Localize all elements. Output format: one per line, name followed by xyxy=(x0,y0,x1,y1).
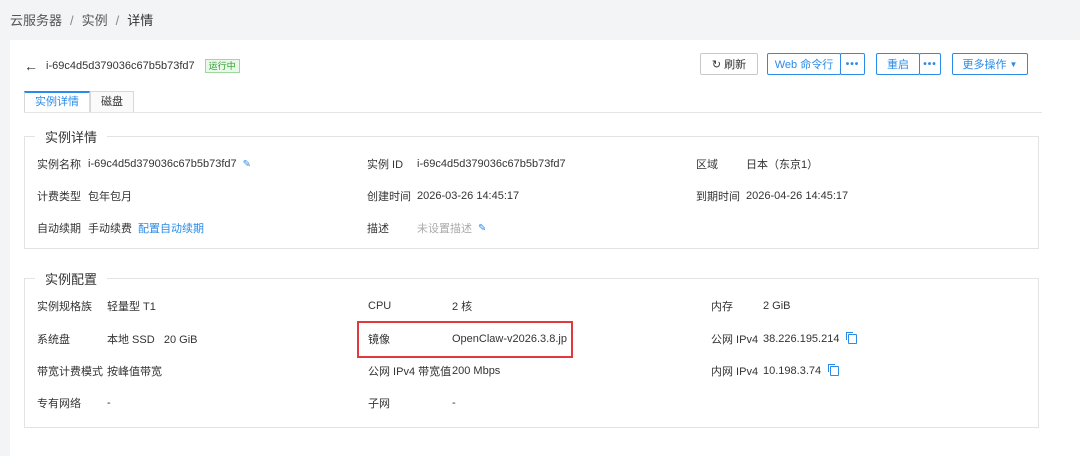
config-disk-label: 系统盘 xyxy=(37,334,70,346)
config-vpc-label: 专有网络 xyxy=(37,398,81,410)
detail-id-value: i-69c4d5d379036c67b5b73fd7 xyxy=(417,158,566,170)
breadcrumb-sep: / xyxy=(115,13,120,28)
tabs: 实例详情 磁盘 xyxy=(24,91,134,113)
detail-renew: 自动续期 手动续费 配置自动续期 xyxy=(37,220,204,236)
config-vpc: 专有网络 - xyxy=(37,395,111,411)
copy-icon[interactable] xyxy=(828,364,840,376)
section-title-config: 实例配置 xyxy=(45,272,98,287)
detail-created: 创建时间 2026-03-26 14:45:17 xyxy=(367,188,519,204)
config-cpu-label: CPU xyxy=(368,300,392,312)
image-highlight-box xyxy=(357,321,573,358)
config-ipv4-value: 38.226.195.214 xyxy=(763,333,840,345)
detail-id: 实例 ID i-69c4d5d379036c67b5b73fd7 xyxy=(367,156,566,172)
config-bw-mode: 带宽计费模式 按峰值带宽 xyxy=(37,363,162,379)
edit-icon[interactable]: ✎ xyxy=(478,223,486,234)
instance-id-title: i-69c4d5d379036c67b5b73fd7 xyxy=(46,60,195,72)
tab-divider xyxy=(24,112,1042,113)
config-subnet-value: - xyxy=(452,397,456,409)
refresh-icon: ↻ xyxy=(711,58,722,71)
refresh-label: 刷新 xyxy=(724,59,747,71)
breadcrumb-sep: / xyxy=(70,13,74,28)
detail-billing-value: 包年包月 xyxy=(88,191,132,203)
arrow-left-icon[interactable]: ← xyxy=(24,58,40,74)
config-family-label: 实例规格族 xyxy=(37,301,92,313)
detail-expire-label: 到期时间 xyxy=(696,191,740,203)
more-operations-button[interactable]: 更多操作 ▼ xyxy=(952,53,1028,75)
config-family-value: 轻量型 T1 xyxy=(107,301,156,313)
tab-disk[interactable]: 磁盘 xyxy=(90,91,134,113)
copy-icon[interactable] xyxy=(846,332,858,344)
detail-expire-value: 2026-04-26 14:45:17 xyxy=(746,190,849,202)
config-cpu: CPU 2 核 xyxy=(368,298,472,314)
restart-more-button[interactable]: ••• xyxy=(919,53,941,75)
detail-region-label: 区域 xyxy=(696,159,718,171)
config-bw-value: 200 Mbps xyxy=(452,365,501,377)
config-subnet-label: 子网 xyxy=(368,398,390,410)
chevron-down-icon: ▼ xyxy=(1009,59,1018,69)
config-lan-value: 10.198.3.74 xyxy=(763,365,822,377)
detail-billing-label: 计费类型 xyxy=(37,191,81,203)
config-bw-mode-label: 带宽计费模式 xyxy=(37,366,103,378)
detail-renew-value: 手动续费 xyxy=(88,223,132,235)
detail-name: 实例名称 i-69c4d5d379036c67b5b73fd7 ✎ xyxy=(37,156,251,172)
detail-expire: 到期时间 2026-04-26 14:45:17 xyxy=(696,188,848,204)
detail-desc-label: 描述 xyxy=(367,223,389,235)
instance-detail-card: ← i-69c4d5d379036c67b5b73fd7 运行中 ↻ 刷新 We… xyxy=(10,40,1080,456)
section-title-details: 实例详情 xyxy=(45,130,98,145)
configure-auto-renew-link[interactable]: 配置自动续期 xyxy=(138,220,204,236)
detail-desc: 描述 未设置描述 ✎ xyxy=(367,220,486,236)
status-badge: 运行中 xyxy=(204,59,240,73)
more-dots-icon: ••• xyxy=(923,58,937,70)
config-disk: 系统盘 本地 SSD 20 GiB xyxy=(37,331,197,347)
web-shell-button[interactable]: Web 命令行 xyxy=(767,53,841,75)
detail-name-value: i-69c4d5d379036c67b5b73fd7 xyxy=(88,158,237,170)
detail-created-label: 创建时间 xyxy=(367,191,411,203)
restart-label: 重启 xyxy=(887,59,909,71)
breadcrumb: 云服务器 / 实例 / 详情 xyxy=(10,10,153,29)
detail-desc-value: 未设置描述 xyxy=(417,223,472,235)
breadcrumb-item-instances[interactable]: 实例 xyxy=(82,10,108,29)
config-bw-label: 公网 IPv4 带宽值 xyxy=(368,366,452,378)
config-mem: 内存 2 GiB xyxy=(711,298,791,314)
edit-icon[interactable]: ✎ xyxy=(243,159,251,170)
detail-renew-label: 自动续期 xyxy=(37,223,81,235)
breadcrumb-item-detail: 详情 xyxy=(127,13,154,28)
detail-name-label: 实例名称 xyxy=(37,159,81,171)
config-lan-label: 内网 IPv4 xyxy=(711,366,759,378)
tab-instance-detail[interactable]: 实例详情 xyxy=(24,91,90,113)
config-subnet: 子网 - xyxy=(368,395,456,411)
refresh-button[interactable]: ↻ 刷新 xyxy=(700,53,758,75)
config-lan: 内网 IPv4 10.198.3.74 xyxy=(711,363,840,379)
web-shell-more-button[interactable]: ••• xyxy=(840,53,865,75)
detail-region-value: 日本（东京1） xyxy=(746,159,819,171)
config-ipv4: 公网 IPv4 38.226.195.214 xyxy=(711,331,858,347)
restart-button[interactable]: 重启 xyxy=(876,53,920,75)
more-dots-icon: ••• xyxy=(845,58,860,70)
breadcrumb-item-cloud-server[interactable]: 云服务器 xyxy=(10,10,62,29)
config-disk-value: 本地 SSD 20 GiB xyxy=(107,334,198,346)
config-mem-label: 内存 xyxy=(711,301,733,313)
config-ipv4-label: 公网 IPv4 xyxy=(711,334,759,346)
more-operations-label: 更多操作 xyxy=(962,59,1007,71)
detail-billing: 计费类型 包年包月 xyxy=(37,188,132,204)
detail-created-value: 2026-03-26 14:45:17 xyxy=(417,190,520,202)
config-vpc-value: - xyxy=(107,397,111,409)
instance-header: ← i-69c4d5d379036c67b5b73fd7 运行中 xyxy=(24,56,240,76)
config-bw-mode-value: 按峰值带宽 xyxy=(107,366,162,378)
config-cpu-value: 2 核 xyxy=(452,301,473,313)
detail-region: 区域 日本（东京1） xyxy=(696,156,818,172)
detail-id-label: 实例 ID xyxy=(367,159,404,171)
config-family: 实例规格族 轻量型 T1 xyxy=(37,298,156,314)
config-mem-value: 2 GiB xyxy=(763,300,791,312)
web-shell-label: Web 命令行 xyxy=(774,59,834,71)
config-bw: 公网 IPv4 带宽值 200 Mbps xyxy=(368,363,500,379)
